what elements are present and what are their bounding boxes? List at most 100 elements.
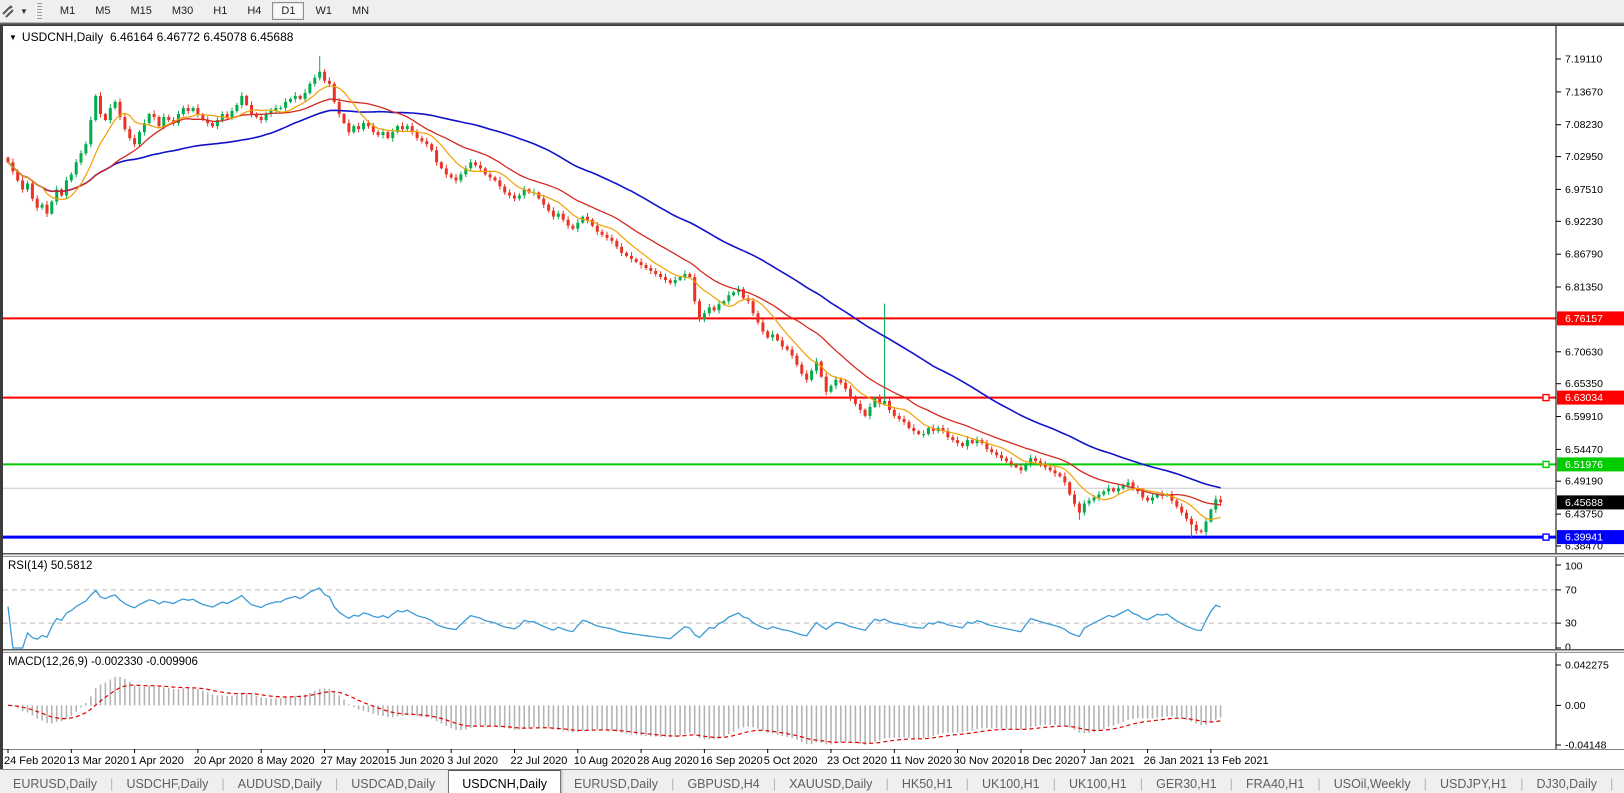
- tab-hk50-h1[interactable]: HK50,H1: [889, 770, 966, 793]
- date-tick-label: 7 Jan 2021: [1080, 755, 1134, 767]
- timeframe-button-w1[interactable]: W1: [306, 2, 341, 20]
- svg-text:100: 100: [1565, 561, 1583, 573]
- rsi-chart[interactable]: 100 70 30 0: [3, 557, 1624, 649]
- tab-fra40-h1[interactable]: FRA40,H1: [1233, 770, 1317, 793]
- macd-chart[interactable]: 0.042275 0.00 -0.04148: [3, 653, 1624, 749]
- macd-panel[interactable]: 0.042275 0.00 -0.04148 MACD(12,26,9) -0.00…: [3, 653, 1624, 749]
- tab-uk100-h1[interactable]: UK100,H1: [1056, 770, 1140, 793]
- time-axis: 24 Feb 2020 13 Mar 2020 1 Apr 2020 20 Apr 2…: [3, 749, 1624, 769]
- mt4-terminal: ▼ M1 M5 M15 M30 H1 H4 D1 W1 MN 7.19110 7.13670 7.0…: [0, 0, 1624, 793]
- svg-text:6.92230: 6.92230: [1565, 216, 1603, 228]
- rsi-label: RSI(14) 50.5812: [8, 560, 93, 572]
- tab-usdchf-daily[interactable]: USDCHF,Daily: [113, 770, 221, 793]
- chart-collapse-caret-icon[interactable]: ▼: [9, 33, 17, 42]
- moving-average-line: [7, 85, 1221, 521]
- svg-text:6.81350: 6.81350: [1565, 282, 1603, 294]
- macd-label: MACD(12,26,9) -0.002330 -0.009906: [8, 656, 198, 668]
- svg-text:30: 30: [1565, 618, 1577, 630]
- line-handle: [1542, 393, 1550, 402]
- rsi-line: [7, 587, 1221, 649]
- tab-audusd-daily[interactable]: AUDUSD,Daily: [225, 770, 335, 793]
- price-chart-panel[interactable]: 7.19110 7.13670 7.08230 7.02950 6.97510 6.922…: [3, 26, 1624, 553]
- svg-text:6.51976: 6.51976: [1565, 459, 1603, 471]
- date-tick-label: 16 Sep 2020: [700, 755, 762, 767]
- svg-text:6.70630: 6.70630: [1565, 346, 1603, 358]
- chart-tabs-bar: EURUSD,Daily | USDCHF,Daily | AUDUSD,Daily | U…: [0, 769, 1624, 793]
- svg-text:6.54470: 6.54470: [1565, 444, 1603, 456]
- svg-text:6.59910: 6.59910: [1565, 411, 1603, 423]
- date-tick-label: 10 Aug 2020: [574, 755, 636, 767]
- timeframe-button-m5[interactable]: M5: [86, 2, 119, 20]
- timeframe-button-m1[interactable]: M1: [51, 2, 84, 20]
- rsi-panel[interactable]: 100 70 30 0 RSI(14) 50.5812: [3, 557, 1624, 649]
- chart-ohlc-values: 6.46164 6.46772 6.45078 6.45688: [109, 30, 294, 44]
- chart-window: 7.19110 7.13670 7.08230 7.02950 6.97510 6.922…: [0, 26, 1624, 769]
- date-tick-label: 24 Feb 2020: [4, 755, 66, 767]
- line-handle: [1542, 460, 1550, 469]
- svg-text:7.02950: 7.02950: [1565, 151, 1603, 163]
- date-tick-label: 13 Feb 2021: [1207, 755, 1269, 767]
- toolbar-drag-grip[interactable]: [35, 3, 42, 19]
- svg-text:7.13670: 7.13670: [1565, 86, 1603, 98]
- date-tick-label: 8 May 2020: [257, 755, 314, 767]
- svg-text:0.00: 0.00: [1565, 700, 1586, 712]
- svg-text:6.45688: 6.45688: [1565, 497, 1603, 509]
- date-tick-label: 27 May 2020: [321, 755, 385, 767]
- svg-text:7.19110: 7.19110: [1565, 54, 1602, 66]
- date-tick-label: 23 Oct 2020: [827, 755, 887, 767]
- tab-xauusd-daily[interactable]: XAUUSD,Daily: [776, 770, 885, 793]
- date-tick-label: 15 Jun 2020: [384, 755, 445, 767]
- tool-dropdown-caret-icon[interactable]: ▼: [20, 7, 28, 16]
- timeframe-button-m30[interactable]: M30: [163, 2, 202, 20]
- moving-average-line: [7, 109, 1221, 489]
- timeframe-button-h4[interactable]: H4: [238, 2, 270, 20]
- timeframe-button-d1[interactable]: D1: [272, 2, 305, 20]
- date-tick-label: 26 Jan 2021: [1144, 755, 1205, 767]
- candlestick-chart[interactable]: 7.19110 7.13670 7.08230 7.02950 6.97510 6.922…: [3, 26, 1624, 553]
- svg-text:6.39941: 6.39941: [1565, 532, 1603, 544]
- tab-usdjpy-h1[interactable]: USDJPY,H1: [1427, 770, 1520, 793]
- svg-text:6.97510: 6.97510: [1565, 184, 1603, 196]
- svg-text:6.86790: 6.86790: [1565, 249, 1603, 261]
- date-tick-label: 28 Aug 2020: [637, 755, 699, 767]
- svg-text:6.76157: 6.76157: [1565, 313, 1603, 325]
- timeframe-toolbar: ▼ M1 M5 M15 M30 H1 H4 D1 W1 MN: [0, 0, 1624, 23]
- date-tick-label: 11 Nov 2020: [890, 755, 952, 767]
- svg-text:0: 0: [1565, 642, 1571, 650]
- svg-text:-0.04148: -0.04148: [1565, 740, 1607, 750]
- chart-symbol-label: USDCNH,Daily: [21, 30, 104, 44]
- tab-dj30-daily[interactable]: DJ30,Daily: [1524, 770, 1610, 793]
- tab-usdcad-daily[interactable]: USDCAD,Daily: [338, 770, 448, 793]
- svg-text:7.08230: 7.08230: [1565, 119, 1603, 131]
- macd-signal-line: [7, 684, 1221, 744]
- line-handle: [1542, 533, 1550, 541]
- date-tick-label: 20 Apr 2020: [194, 755, 253, 767]
- svg-text:6.43750: 6.43750: [1565, 509, 1603, 521]
- tab-china300-h1[interactable]: CHINA300,H1: [1613, 770, 1624, 793]
- tab-gbpusd-h4[interactable]: GBPUSD,H4: [674, 770, 772, 793]
- timeframe-button-h1[interactable]: H1: [204, 2, 236, 20]
- tab-ger30-h1[interactable]: GER30,H1: [1143, 770, 1229, 793]
- date-tick-label: 13 Mar 2020: [67, 755, 129, 767]
- timeframe-button-m15[interactable]: M15: [121, 2, 160, 20]
- date-tick-label: 22 Jul 2020: [511, 755, 568, 767]
- tab-usdcnh-daily-active[interactable]: USDCNH,Daily: [448, 770, 561, 793]
- timeframe-button-mn[interactable]: MN: [343, 2, 378, 20]
- date-tick-label: 30 Nov 2020: [954, 755, 1016, 767]
- chart-title: ▼ USDCNH,Daily 6.46164 6.46772 6.45078 6.…: [9, 30, 293, 44]
- svg-text:6.63034: 6.63034: [1565, 392, 1603, 404]
- svg-text:6.65350: 6.65350: [1565, 378, 1603, 390]
- date-tick-label: 1 Apr 2020: [131, 755, 184, 767]
- svg-text:70: 70: [1565, 584, 1577, 596]
- svg-text:6.49190: 6.49190: [1565, 476, 1603, 488]
- moving-average-line: [7, 98, 1221, 506]
- date-tick-label: 3 Jul 2020: [447, 755, 498, 767]
- date-tick-label: 18 Dec 2020: [1017, 755, 1079, 767]
- tab-uk100-h1[interactable]: UK100,H1: [969, 770, 1053, 793]
- tab-usoil-weekly[interactable]: USOil,Weekly: [1321, 770, 1424, 793]
- tab-eurusd-daily[interactable]: EURUSD,Daily: [0, 770, 110, 793]
- timeframe-buttons-group: M1 M5 M15 M30 H1 H4 D1 W1 MN: [50, 2, 379, 20]
- chart-cursor-tool-icon[interactable]: [0, 2, 20, 20]
- tab-eurusd-daily[interactable]: EURUSD,Daily: [561, 770, 671, 793]
- date-tick-label: 5 Oct 2020: [764, 755, 818, 767]
